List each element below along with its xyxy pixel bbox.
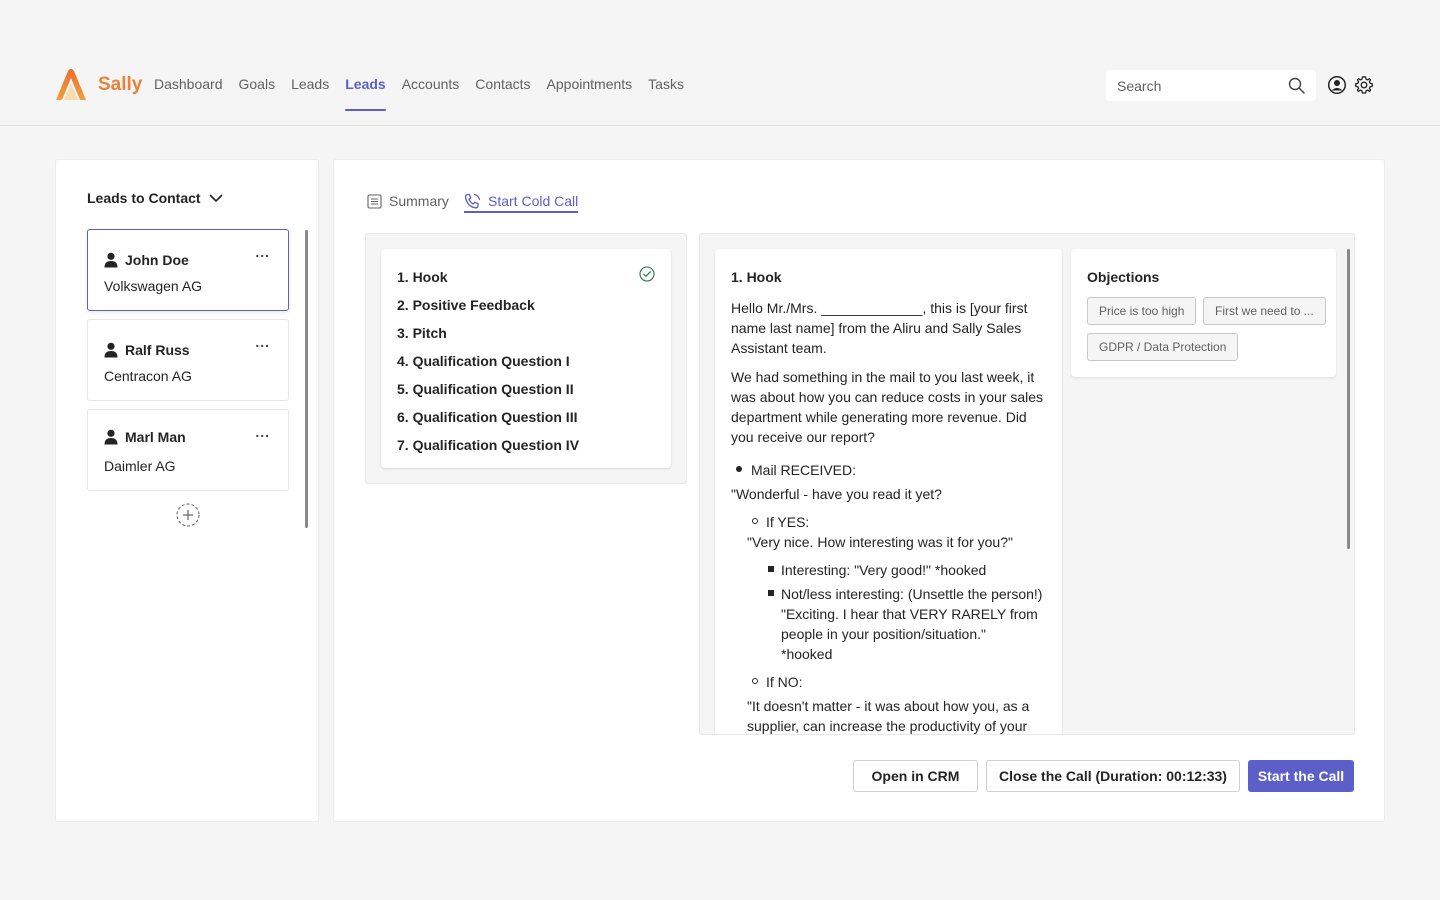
lead-company: Daimler AG (104, 458, 176, 474)
more-options-icon[interactable]: ... (255, 424, 270, 440)
leads-filter-dropdown[interactable]: Leads to Contact (87, 190, 223, 206)
script-paragraph: "It doesn't matter - it was about how yo… (747, 698, 1030, 734)
document-icon (367, 193, 382, 209)
brand-name: Sally (98, 74, 143, 95)
tab-summary[interactable]: Summary (367, 188, 449, 214)
sally-logo-icon (56, 69, 86, 100)
leads-panel: Leads to Contact John Doe Volkswagen AG … (55, 159, 319, 822)
step-item[interactable]: 6. Qualification Question III (397, 409, 577, 425)
search-input[interactable] (1106, 70, 1276, 101)
gear-icon[interactable] (1354, 75, 1374, 95)
nav-appointments[interactable]: Appointments (547, 76, 633, 112)
steps-container: 1. Hook 2. Positive Feedback 3. Pitch 4.… (365, 233, 687, 484)
person-icon (104, 429, 118, 445)
objection-chip[interactable]: Price is too high (1087, 297, 1197, 325)
nav-accounts[interactable]: Accounts (402, 76, 460, 112)
bullet (736, 466, 742, 472)
search-icon[interactable] (1288, 77, 1305, 94)
main-nav: Dashboard Goals Leads Leads Accounts Con… (154, 76, 684, 112)
nav-leads-active[interactable]: Leads (345, 76, 387, 112)
tab-start-cold-call-label: Start Cold Call (488, 193, 579, 209)
nav-goals[interactable]: Goals (239, 76, 276, 112)
lead-name: Marl Man (125, 429, 186, 445)
lead-card[interactable]: John Doe Volkswagen AG ... (87, 229, 289, 311)
bullet (752, 678, 758, 684)
script-card: 1. Hook Hello Mr./Mrs. _____________, th… (715, 249, 1062, 734)
step-item[interactable]: 2. Positive Feedback (397, 297, 535, 313)
lead-card[interactable]: Marl Man Daimler AG ... (87, 409, 289, 491)
script-line: "Wonderful - have you read it yet? (731, 486, 942, 502)
add-lead-icon[interactable] (176, 503, 200, 527)
more-options-icon[interactable]: ... (255, 334, 270, 350)
lead-card[interactable]: Ralf Russ Centracon AG ... (87, 319, 289, 401)
step-item[interactable]: 1. Hook (397, 269, 448, 285)
start-call-button[interactable]: Start the Call (1248, 760, 1354, 792)
objections-heading: Objections (1087, 269, 1160, 285)
leads-scrollbar[interactable] (305, 230, 308, 528)
script-line: Interesting: "Very good!" *hooked (781, 562, 987, 578)
objection-chip[interactable]: First we need to ... (1203, 297, 1326, 325)
phone-icon (464, 193, 481, 208)
script-line: "Very nice. How interesting was it for y… (747, 534, 1013, 550)
script-container: 1. Hook Hello Mr./Mrs. _____________, th… (699, 233, 1355, 735)
script-paragraph: Hello Mr./Mrs. _____________, this is [y… (731, 300, 1028, 356)
top-bar: Sally Dashboard Goals Leads Leads Accoun… (0, 0, 1440, 126)
main-panel: Summary Start Cold Call 1. Hook 2. Posit… (333, 159, 1385, 822)
search-box (1106, 70, 1316, 101)
objections-card: Objections Price is too high First we ne… (1071, 249, 1336, 377)
script-line: If NO: (766, 674, 803, 690)
nav-contacts[interactable]: Contacts (475, 76, 530, 112)
bullet (768, 590, 774, 596)
script-line: If YES: (766, 514, 810, 530)
chevron-down-icon (209, 194, 222, 202)
nav-dashboard[interactable]: Dashboard (154, 76, 223, 112)
more-options-icon[interactable]: ... (255, 244, 270, 260)
bullet (768, 566, 774, 572)
tab-summary-label: Summary (389, 193, 449, 209)
bullet (752, 518, 758, 524)
step-item[interactable]: 5. Qualification Question II (397, 381, 574, 397)
script-heading: 1. Hook (731, 269, 782, 285)
script-paragraph: Not/less interesting: (Unsettle the pers… (781, 586, 1043, 662)
step-item[interactable]: 7. Qualification Question IV (397, 437, 579, 453)
script-scrollbar[interactable] (1347, 249, 1350, 549)
lead-name: John Doe (125, 252, 189, 268)
checkmark-circle-icon (639, 266, 655, 282)
step-item[interactable]: 3. Pitch (397, 325, 447, 341)
steps-list: 1. Hook 2. Positive Feedback 3. Pitch 4.… (381, 249, 671, 468)
person-icon (104, 342, 118, 358)
leads-panel-title: Leads to Contact (87, 190, 201, 206)
tab-start-cold-call[interactable]: Start Cold Call (464, 188, 579, 214)
user-icon[interactable] (1327, 75, 1347, 95)
person-icon (104, 252, 118, 268)
objection-chip[interactable]: GDPR / Data Protection (1087, 333, 1239, 361)
open-in-crm-button[interactable]: Open in CRM (853, 760, 978, 792)
lead-company: Centracon AG (104, 368, 192, 384)
lead-company: Volkswagen AG (104, 278, 203, 294)
script-line: Mail RECEIVED: (751, 462, 857, 478)
nav-leads[interactable]: Leads (291, 76, 329, 112)
lead-name: Ralf Russ (125, 342, 190, 358)
step-item[interactable]: 4. Qualification Question I (397, 353, 570, 369)
script-paragraph: We had something in the mail to you last… (731, 369, 1044, 445)
close-call-button[interactable]: Close the Call (Duration: 00:12:33) (986, 760, 1240, 792)
nav-tasks[interactable]: Tasks (648, 76, 684, 112)
